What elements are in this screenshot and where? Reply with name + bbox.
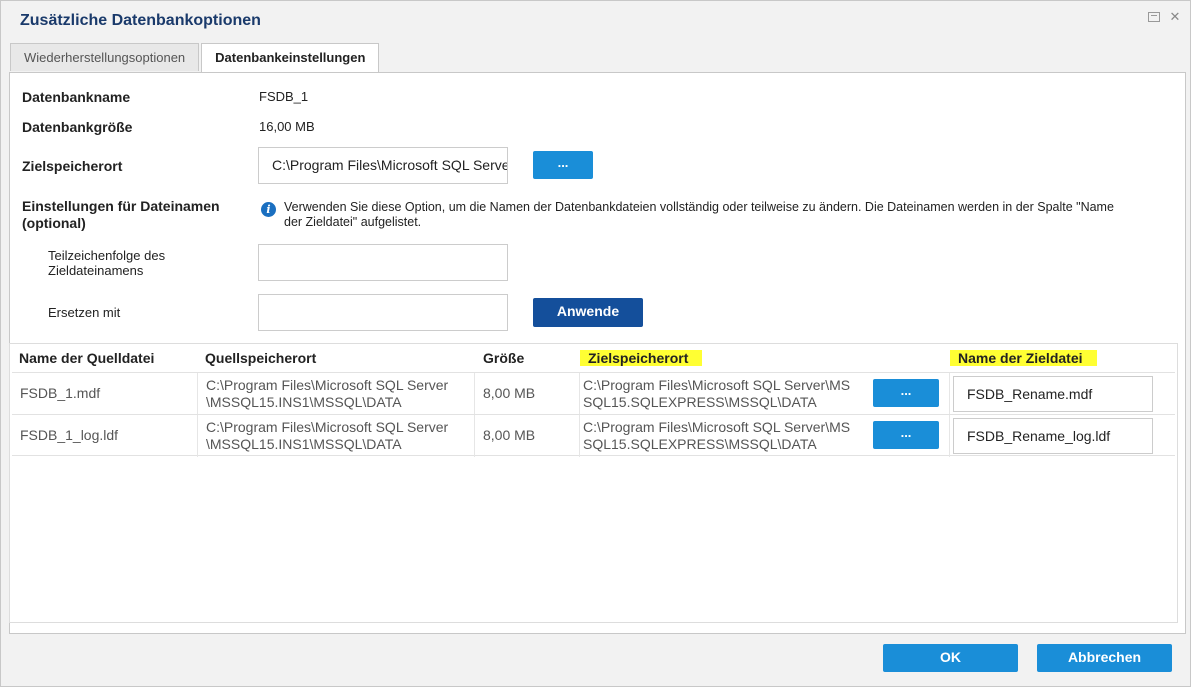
target-location-row-browse-button[interactable]: ... bbox=[873, 421, 939, 449]
filename-settings-label: Einstellungen für Dateinamen (optional) bbox=[22, 198, 220, 231]
replace-label: Ersetzen mit bbox=[48, 305, 121, 320]
db-size-value: 16,00 MB bbox=[259, 119, 315, 134]
target-name-input[interactable]: FSDB_Rename.mdf bbox=[953, 376, 1153, 412]
db-name-value: FSDB_1 bbox=[259, 89, 309, 104]
table-row: FSDB_1.mdf C:\Program Files\Microsoft SQ… bbox=[12, 372, 1175, 415]
source-location-cell: C:\Program Files\Microsoft SQL Server \MS… bbox=[198, 415, 475, 457]
source-location-cell: C:\Program Files\Microsoft SQL Server \MS… bbox=[198, 373, 475, 415]
size-cell: 8,00 MB bbox=[483, 385, 536, 401]
target-name-input[interactable]: FSDB_Rename_log.ldf bbox=[953, 418, 1153, 454]
target-location-browse-button[interactable]: ... bbox=[533, 151, 593, 179]
replace-input[interactable] bbox=[258, 294, 508, 331]
column-header-source-location: Quellspeicherort bbox=[205, 350, 317, 366]
source-name-cell: FSDB_1.mdf bbox=[20, 385, 101, 401]
column-header-source-name: Name der Quelldatei bbox=[19, 350, 155, 366]
db-name-label: Datenbankname bbox=[22, 89, 131, 105]
target-location-cell: C:\Program Files\Microsoft SQL Server\MS… bbox=[580, 373, 950, 415]
tab-restore-options[interactable]: Wiederherstellungsoptionen bbox=[10, 43, 200, 71]
window-controls: ✕ bbox=[1148, 10, 1182, 24]
apply-button[interactable]: Anwende bbox=[533, 298, 643, 327]
table-row: FSDB_1_log.ldf C:\Program Files\Microsof… bbox=[12, 414, 1175, 457]
tab-database-settings[interactable]: Datenbankeinstellungen bbox=[201, 43, 380, 73]
size-cell: 8,00 MB bbox=[483, 427, 536, 443]
db-size-label: Datenbankgröße bbox=[22, 119, 133, 135]
source-name-cell: FSDB_1_log.ldf bbox=[20, 427, 119, 443]
additional-database-options-dialog: Zusätzliche Datenbankoptionen ✕ Wiederhe… bbox=[0, 0, 1191, 687]
target-location-cell: C:\Program Files\Microsoft SQL Server\MS… bbox=[580, 415, 950, 457]
column-header-target-name: Name der Zieldatei bbox=[950, 350, 1097, 366]
close-icon[interactable]: ✕ bbox=[1168, 10, 1182, 24]
column-header-size: Größe bbox=[483, 350, 525, 366]
file-mapping-table: Name der Quelldatei Quellspeicherort Grö… bbox=[9, 343, 1178, 623]
dialog-title: Zusätzliche Datenbankoptionen bbox=[20, 12, 261, 29]
restore-icon[interactable] bbox=[1148, 12, 1160, 22]
table-header: Name der Quelldatei Quellspeicherort Grö… bbox=[10, 344, 1177, 372]
substring-label: Teilzeichenfolge des Zieldateinamens bbox=[48, 248, 166, 278]
target-location-row-browse-button[interactable]: ... bbox=[873, 379, 939, 407]
column-header-target-location: Zielspeicherort bbox=[580, 350, 703, 366]
target-location-label: Zielspeicherort bbox=[22, 158, 123, 174]
tab-bar: Wiederherstellungsoptionen Datenbankeins… bbox=[10, 43, 380, 73]
dialog-titlebar: Zusätzliche Datenbankoptionen ✕ bbox=[1, 1, 1190, 41]
filename-settings-info-text: Verwenden Sie diese Option, um die Namen… bbox=[284, 200, 1114, 229]
info-icon: i bbox=[261, 202, 276, 217]
target-location-input[interactable]: C:\Program Files\Microsoft SQL Server bbox=[258, 147, 508, 184]
substring-input[interactable] bbox=[258, 244, 508, 281]
cancel-button[interactable]: Abbrechen bbox=[1037, 644, 1172, 672]
ok-button[interactable]: OK bbox=[883, 644, 1018, 672]
